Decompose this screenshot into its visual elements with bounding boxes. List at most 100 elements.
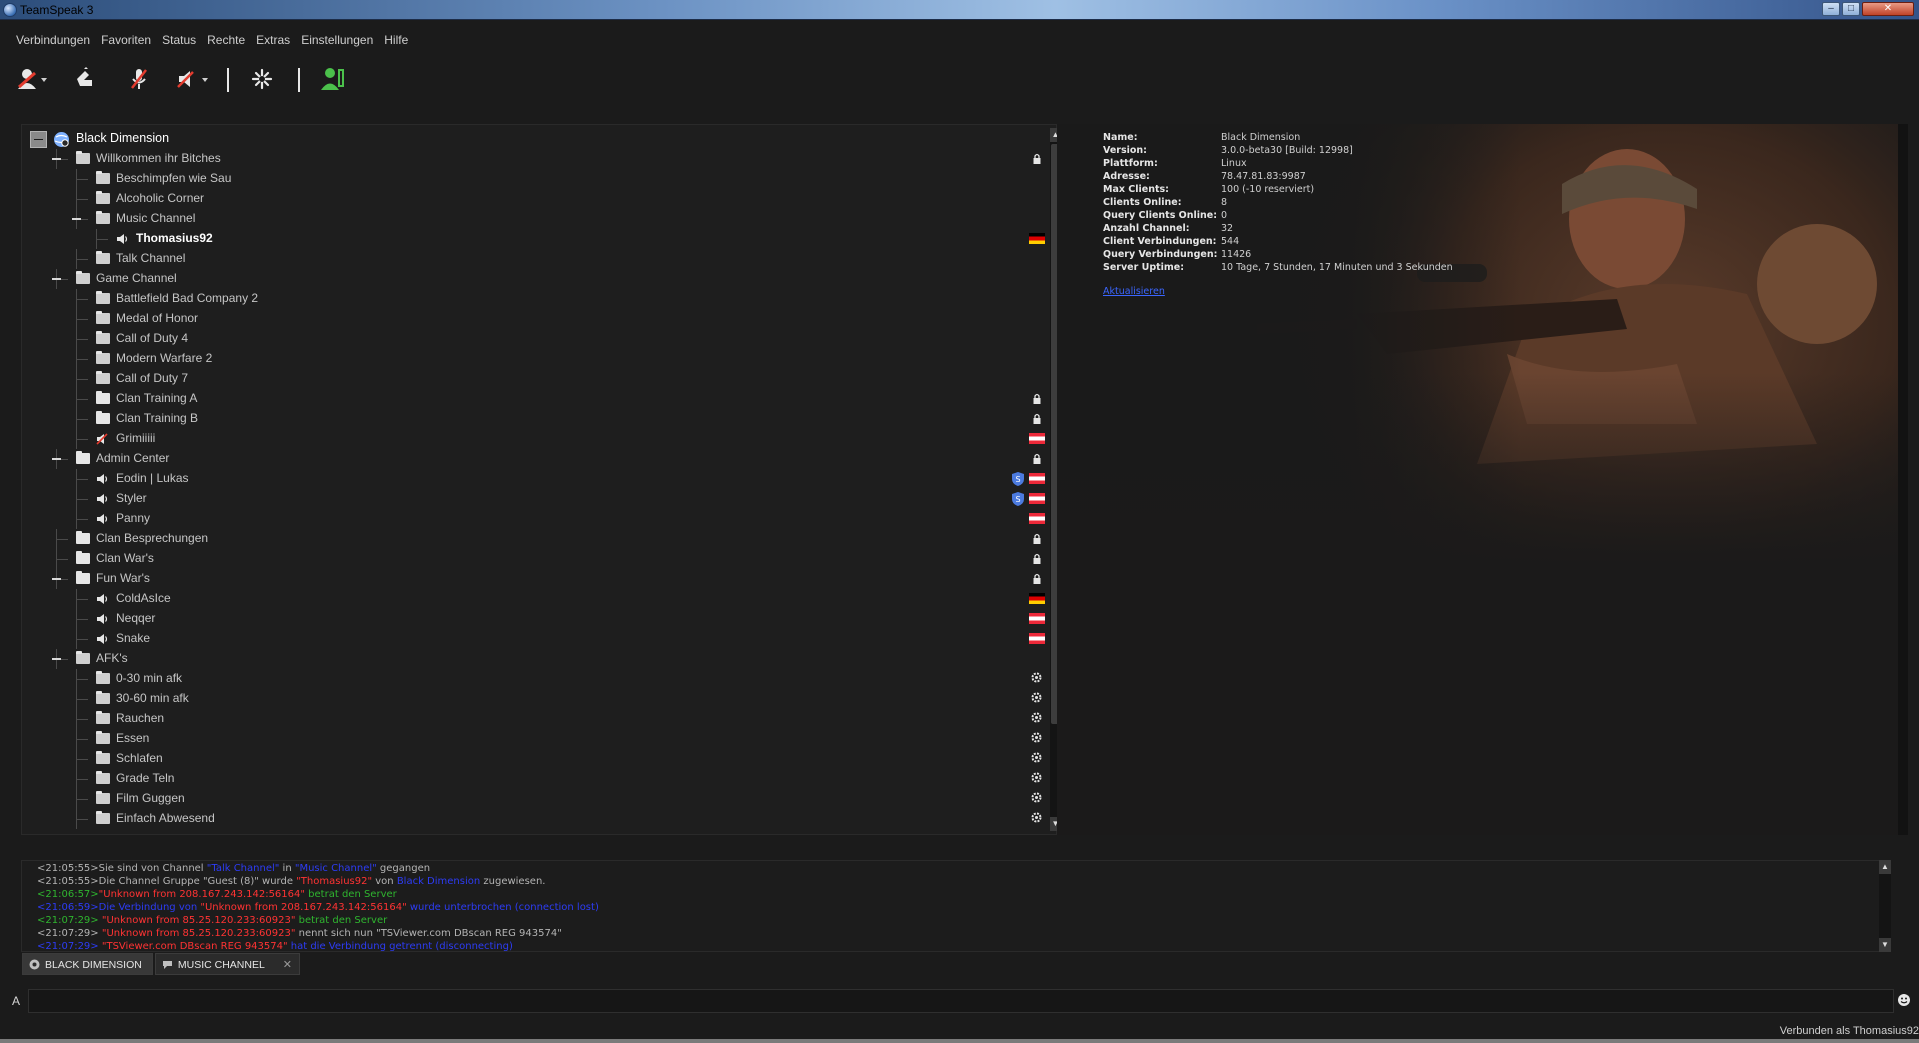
channel-folder-icon bbox=[76, 271, 90, 284]
menu-favoriten[interactable]: Favoriten bbox=[101, 33, 151, 51]
tree-channel-row[interactable]: Admin Center bbox=[22, 449, 1052, 469]
tree-connector bbox=[76, 639, 88, 640]
tree-connector bbox=[76, 679, 88, 680]
info-panel-scrollbar[interactable] bbox=[1898, 124, 1908, 835]
mute-microphone-button[interactable] bbox=[124, 64, 154, 94]
server-info-row: Anzahl Channel: 32 bbox=[1103, 223, 1603, 236]
tree-channel-row[interactable]: Talk Channel bbox=[22, 249, 1052, 269]
collapse-toggle-icon[interactable] bbox=[52, 158, 61, 160]
teamspeak-logo-icon bbox=[3, 3, 17, 17]
tree-channel-row[interactable]: 0-30 min afk bbox=[22, 669, 1052, 689]
channel-folder-icon bbox=[96, 411, 110, 424]
tree-channel-row[interactable]: Battlefield Bad Company 2 bbox=[22, 289, 1052, 309]
tree-channel-row[interactable]: Call of Duty 7 bbox=[22, 369, 1052, 389]
tree-user-row[interactable]: Styler S bbox=[22, 489, 1052, 509]
connect-button[interactable] bbox=[14, 64, 50, 94]
tree-channel-row[interactable]: Fun War's bbox=[22, 569, 1052, 589]
channel-folder-icon bbox=[96, 671, 110, 684]
user-name: Thomasius92 bbox=[136, 231, 213, 245]
server-info-key: Query Clients Online: bbox=[1103, 210, 1218, 221]
minimize-button[interactable]: – bbox=[1822, 2, 1840, 16]
tree-channel-row[interactable]: Film Guggen bbox=[22, 789, 1052, 809]
menu-extras[interactable]: Extras bbox=[256, 33, 290, 51]
speaker-icon bbox=[96, 613, 109, 625]
collapse-toggle-icon[interactable] bbox=[52, 458, 61, 460]
tree-server-row[interactable]: Black Dimension bbox=[22, 129, 1052, 149]
close-button[interactable]: ✕ bbox=[1862, 2, 1914, 16]
channel-folder-icon bbox=[76, 531, 90, 544]
tree-channel-row[interactable]: Music Channel bbox=[22, 209, 1052, 229]
tree-channel-row[interactable]: Clan Besprechungen bbox=[22, 529, 1052, 549]
tree-connector bbox=[96, 229, 97, 249]
tree-channel-row[interactable]: Rauchen bbox=[22, 709, 1052, 729]
tree-channel-row[interactable]: Willkommen ihr Bitches bbox=[22, 149, 1052, 169]
tree-user-row[interactable]: ColdAsIce bbox=[22, 589, 1052, 609]
contacts-button[interactable] bbox=[318, 64, 348, 94]
server-info-panel: Name: Black Dimension Version: 3.0.0-beta30… bbox=[1057, 124, 1901, 835]
tree-connector bbox=[76, 189, 77, 209]
tree-channel-row[interactable]: Grade Teln bbox=[22, 769, 1052, 789]
tree-user-row[interactable]: Snake bbox=[22, 629, 1052, 649]
tree-channel-row[interactable]: Clan War's bbox=[22, 549, 1052, 569]
collapse-toggle-icon[interactable] bbox=[72, 218, 81, 220]
log-line: <21:06:59>Die Verbindung von "Unknown fr… bbox=[37, 902, 599, 915]
server-info-key: Server Uptime: bbox=[1103, 262, 1185, 273]
lock-icon bbox=[1033, 533, 1041, 544]
channel-folder-icon bbox=[96, 331, 110, 344]
connect-icon bbox=[18, 69, 47, 89]
activate-microphone-button[interactable] bbox=[247, 64, 277, 94]
tree-user-row[interactable]: Neqqer bbox=[22, 609, 1052, 629]
menu-einstellungen[interactable]: Einstellungen bbox=[301, 33, 373, 51]
tree-channel-row[interactable]: Einfach Abwesend bbox=[22, 809, 1052, 829]
user-name: Neqqer bbox=[116, 611, 156, 625]
menu-rechte[interactable]: Rechte bbox=[207, 33, 245, 51]
tree-channel-row[interactable]: AFK's bbox=[22, 649, 1052, 669]
menu-verbindungen[interactable]: Verbindungen bbox=[16, 33, 90, 51]
tree-channel-row[interactable]: Alcoholic Corner bbox=[22, 189, 1052, 209]
log-segment: "Music Channel" bbox=[294, 863, 377, 874]
tree-user-row[interactable]: Grimiiiii bbox=[22, 429, 1052, 449]
channel-name: Essen bbox=[116, 731, 150, 745]
emoticon-icon[interactable] bbox=[1897, 993, 1911, 1007]
mute-speakers-icon bbox=[177, 71, 208, 88]
tree-channel-row[interactable]: Essen bbox=[22, 729, 1052, 749]
collapse-toggle-icon[interactable] bbox=[52, 578, 61, 580]
tree-connector bbox=[76, 779, 88, 780]
tab-server[interactable]: Black Dimension bbox=[22, 953, 153, 975]
user-name: Snake bbox=[116, 631, 151, 645]
chat-input[interactable] bbox=[28, 989, 1894, 1013]
tree-user-row[interactable]: Eodin | Lukas S bbox=[22, 469, 1052, 489]
tree-channel-row[interactable]: Game Channel bbox=[22, 269, 1052, 289]
collapse-toggle-icon[interactable] bbox=[52, 658, 61, 660]
tree-connector bbox=[76, 179, 88, 180]
tree-channel-row[interactable]: Medal of Honor bbox=[22, 309, 1052, 329]
mute-speakers-button[interactable] bbox=[174, 64, 214, 94]
chat-log-scrollbar[interactable]: ▲ ▼ bbox=[1879, 860, 1891, 952]
tree-channel-row[interactable]: 30-60 min afk bbox=[22, 689, 1052, 709]
scroll-down-arrow-icon[interactable]: ▼ bbox=[1879, 938, 1891, 952]
menu-status[interactable]: Status bbox=[162, 33, 196, 51]
collapse-toggle-icon[interactable] bbox=[30, 131, 47, 148]
gear-icon bbox=[1031, 812, 1042, 823]
server-info-value: 544 bbox=[1221, 236, 1240, 247]
tree-channel-row[interactable]: Call of Duty 4 bbox=[22, 329, 1052, 349]
away-button[interactable] bbox=[70, 64, 100, 94]
tree-channel-row[interactable]: Modern Warfare 2 bbox=[22, 349, 1052, 369]
chat-log: <21:05:55>Sie sind von Channel "Talk Cha… bbox=[21, 860, 1888, 952]
channel-name: Schlafen bbox=[116, 751, 163, 765]
close-tab-icon[interactable]: ✕ bbox=[283, 960, 293, 971]
tree-channel-row[interactable]: Clan Training A bbox=[22, 389, 1052, 409]
collapse-toggle-icon[interactable] bbox=[52, 278, 61, 280]
tree-user-row[interactable]: Panny bbox=[22, 509, 1052, 529]
tree-connector bbox=[76, 809, 77, 829]
tree-channel-row[interactable]: Clan Training B bbox=[22, 409, 1052, 429]
scroll-up-arrow-icon[interactable]: ▲ bbox=[1879, 860, 1891, 874]
tree-channel-row[interactable]: Beschimpfen wie Sau bbox=[22, 169, 1052, 189]
maximize-button[interactable]: □ bbox=[1842, 2, 1860, 16]
tree-channel-row[interactable]: Schlafen bbox=[22, 749, 1052, 769]
refresh-link[interactable]: Aktualisieren bbox=[1103, 286, 1165, 297]
menu-hilfe[interactable]: Hilfe bbox=[384, 33, 408, 51]
tree-user-row[interactable]: Thomasius92 bbox=[22, 229, 1052, 249]
tab-channel[interactable]: Music Channel ✕ bbox=[154, 953, 300, 975]
user-name: ColdAsIce bbox=[116, 591, 171, 605]
